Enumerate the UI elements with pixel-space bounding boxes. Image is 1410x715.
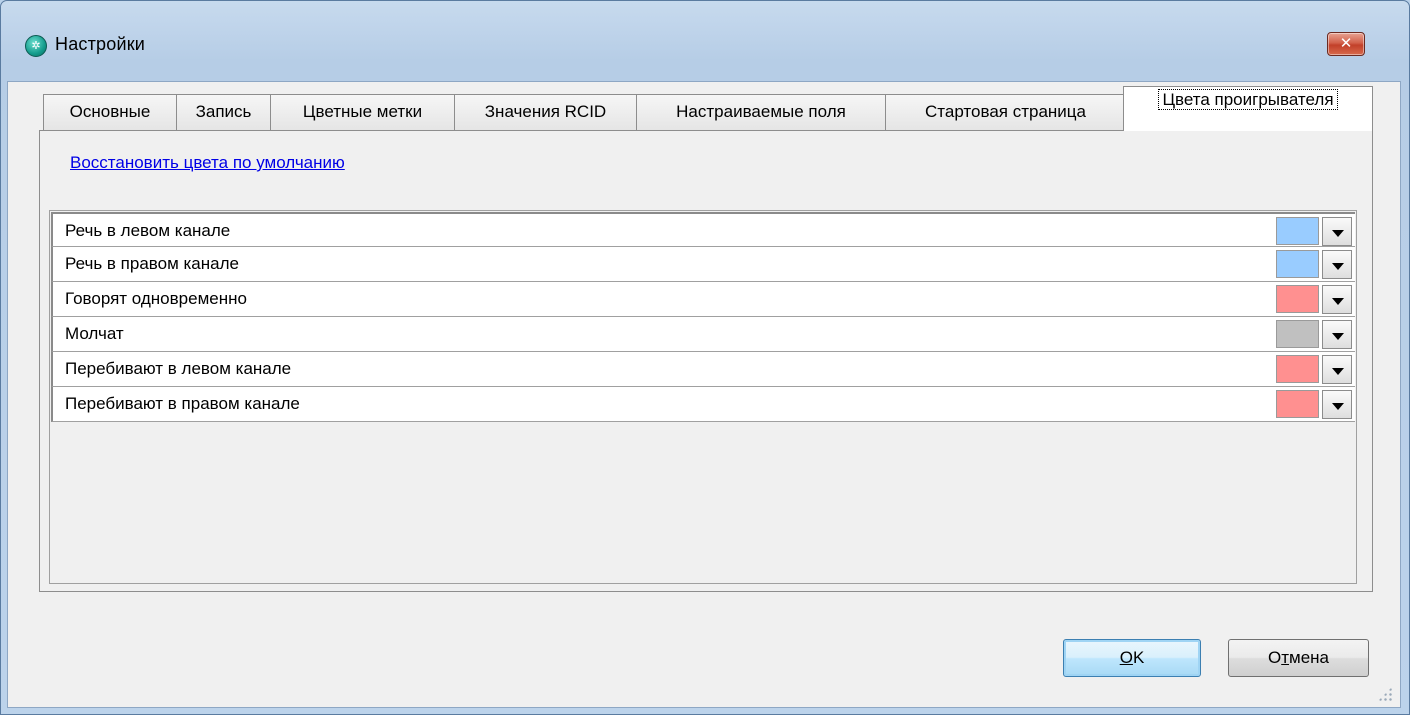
tab-recording[interactable]: Запись [176, 94, 271, 130]
color-swatch[interactable] [1276, 355, 1319, 383]
tab-color-marks[interactable]: Цветные метки [270, 94, 455, 130]
color-row[interactable]: Речь в левом канале [51, 212, 1355, 247]
color-dropdown-button[interactable] [1322, 355, 1352, 384]
color-row[interactable]: Говорят одновременно [51, 282, 1355, 317]
tab-start-page[interactable]: Стартовая страница [885, 94, 1126, 130]
player-colors-page: Восстановить цвета по умолчанию Речь в л… [39, 130, 1373, 592]
chevron-down-icon [1332, 298, 1344, 305]
color-swatch[interactable] [1276, 250, 1319, 278]
cancel-button[interactable]: Отмена [1228, 639, 1369, 677]
color-swatch[interactable] [1276, 217, 1319, 245]
tab-rcid-values[interactable]: Значения RCID [454, 94, 637, 130]
color-dropdown-button[interactable] [1322, 320, 1352, 349]
dialog-client-area: Основные Запись Цветные метки Значения R… [7, 81, 1401, 708]
color-row-label: Речь в левом канале [65, 221, 231, 240]
resize-grip[interactable] [1378, 687, 1392, 701]
color-row-label: Молчат [65, 324, 124, 343]
color-row-label: Речь в правом канале [65, 254, 239, 273]
close-button[interactable]: ✕ [1327, 32, 1365, 56]
color-settings-grid: Речь в левом канале Речь в правом канале Г… [49, 210, 1357, 584]
chevron-down-icon [1332, 403, 1344, 410]
title-bar[interactable]: ✲ Настройки ✕ [1, 1, 1409, 81]
color-dropdown-button[interactable] [1322, 285, 1352, 314]
chevron-down-icon [1332, 263, 1344, 270]
ok-button[interactable]: OK [1063, 639, 1201, 677]
window-title: Настройки [55, 34, 146, 54]
color-row-label: Перебивают в левом канале [65, 359, 292, 378]
color-row-label: Говорят одновременно [65, 289, 247, 308]
app-icon: ✲ [25, 35, 47, 57]
color-dropdown-button[interactable] [1322, 217, 1352, 246]
color-dropdown-button[interactable] [1322, 250, 1352, 279]
tab-custom-fields[interactable]: Настраиваемые поля [636, 94, 886, 130]
chevron-down-icon [1332, 368, 1344, 375]
tab-player-colors[interactable]: Цвета проигрывателя [1123, 86, 1373, 131]
settings-dialog: ✲ Настройки ✕ Основные Запись Цветные ме… [0, 0, 1410, 715]
chevron-down-icon [1332, 333, 1344, 340]
restore-default-colors-link[interactable]: Восстановить цвета по умолчанию [70, 153, 345, 173]
chevron-down-icon [1332, 230, 1344, 237]
color-swatch[interactable] [1276, 320, 1319, 348]
color-swatch[interactable] [1276, 390, 1319, 418]
color-row[interactable]: Речь в правом канале [51, 247, 1355, 282]
tab-general[interactable]: Основные [43, 94, 177, 130]
color-swatch[interactable] [1276, 285, 1319, 313]
color-row-label: Перебивают в правом канале [65, 394, 300, 413]
color-row[interactable]: Молчат [51, 317, 1355, 352]
color-row[interactable]: Перебивают в правом канале [51, 387, 1355, 422]
color-row[interactable]: Перебивают в левом канале [51, 352, 1355, 387]
color-dropdown-button[interactable] [1322, 390, 1352, 419]
